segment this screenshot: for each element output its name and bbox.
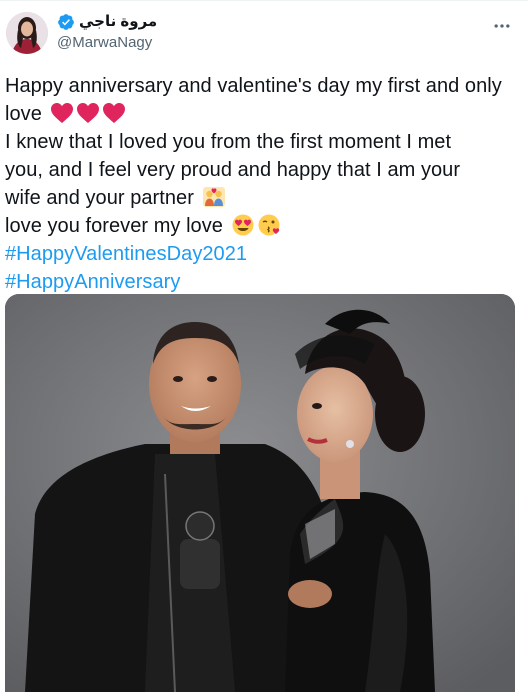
- hashtag-link[interactable]: #HappyValentinesDay2021: [5, 240, 520, 268]
- red-heart-icon: [102, 102, 126, 124]
- face-blowing-kiss-icon: [257, 214, 281, 236]
- tweet-line-6: love you forever my love: [5, 212, 520, 240]
- heart-eyes-icon: [231, 214, 255, 236]
- author-display-name-row[interactable]: مروة ناجي: [57, 12, 157, 32]
- couple-with-heart-icon: [202, 186, 226, 208]
- tweet-line-6-text: love you forever my love: [5, 215, 223, 237]
- tweet-line-2-text: love: [5, 103, 42, 125]
- tweet-line-4: you, and I feel very proud and happy tha…: [5, 159, 461, 181]
- tweet-card: مروة ناجي @MarwaNagy Happy anniversary a…: [0, 0, 528, 692]
- red-heart-icon: [76, 102, 100, 124]
- tweet-line-2: love: [5, 100, 520, 128]
- more-options-icon: [494, 24, 510, 28]
- author-handle[interactable]: @MarwaNagy: [57, 34, 152, 52]
- tweet-line-3: I knew that I loved you from the first m…: [5, 131, 452, 153]
- tweet-line-5-text: wife and your partner: [5, 187, 194, 209]
- couple-photo-image: [5, 294, 515, 692]
- red-heart-icon: [50, 102, 74, 124]
- tweet-text: Happy anniversary and valentine's day my…: [5, 72, 520, 296]
- verified-badge-icon: [57, 13, 75, 31]
- hashtag-link[interactable]: #HappyAnniversary: [5, 268, 520, 296]
- tweet-photo[interactable]: [5, 294, 515, 692]
- tweet-line-1: Happy anniversary and valentine's day my…: [5, 75, 502, 97]
- more-options-button[interactable]: [490, 14, 514, 38]
- tweet-line-5: wife and your partner: [5, 184, 520, 212]
- author-avatar[interactable]: [6, 12, 48, 54]
- author-display-name: مروة ناجي: [79, 13, 158, 30]
- divider: [0, 0, 528, 1]
